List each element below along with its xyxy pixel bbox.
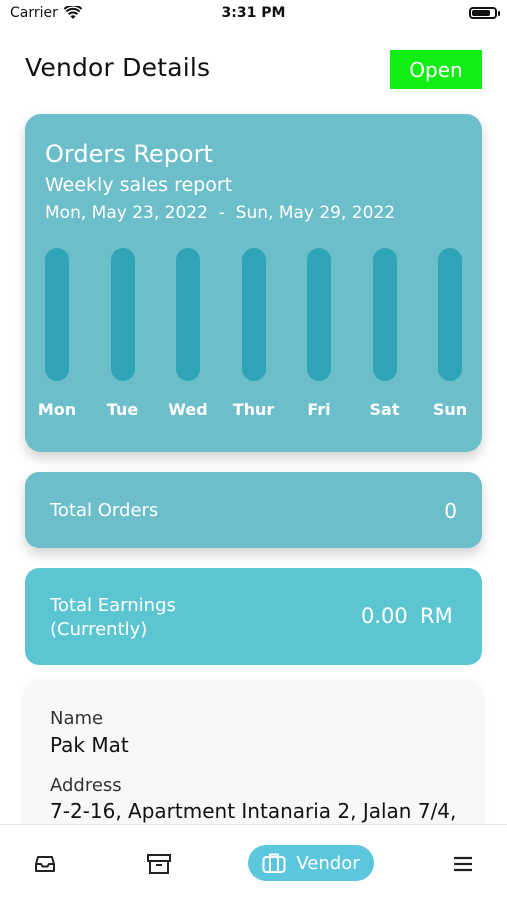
name-label: Name (50, 708, 104, 729)
bar-column-wed: Wed (158, 248, 218, 419)
earnings-currency: RM (420, 604, 453, 628)
briefcase-icon (262, 853, 286, 873)
total-orders-card: Total Orders 0 (25, 472, 482, 548)
weekly-bar-chart: Mon Tue Wed Thur Fri Sat Sun (25, 248, 482, 428)
bar-column-sat: Sat (355, 248, 415, 419)
bar-column-thur: Thur (224, 248, 284, 419)
orders-report-card: Orders Report Weekly sales report Mon, M… (25, 114, 482, 452)
archive-icon[interactable] (147, 853, 171, 875)
earnings-label-line2: (Currently) (50, 619, 148, 640)
bar-label-sun: Sun (432, 400, 468, 419)
bar-column-fri: Fri (289, 248, 349, 419)
bottom-nav: Vendor (0, 824, 507, 901)
bar-label-wed: Wed (168, 400, 208, 419)
open-status-button[interactable]: Open (390, 50, 482, 89)
report-date-range: Mon, May 23, 2022 - Sun, May 29, 2022 (45, 203, 395, 223)
bar-column-mon: Mon (27, 248, 87, 419)
address-label: Address (50, 775, 122, 796)
battery-icon (469, 7, 500, 19)
vendor-name: Pak Mat (50, 733, 129, 757)
page-title: Vendor Details (25, 53, 211, 82)
report-title: Orders Report (45, 140, 213, 168)
bar-sun (438, 248, 462, 381)
date-end: Sun, May 29, 2022 (235, 203, 396, 223)
bar-sat (372, 248, 397, 381)
bar-mon (45, 248, 69, 381)
bar-column-tue: Tue (93, 248, 153, 419)
bar-wed (176, 248, 200, 381)
total-orders-value: 0 (444, 499, 457, 523)
bar-column-sun: Sun (420, 248, 480, 419)
bar-fri (307, 248, 331, 381)
clock: 3:31 PM (221, 5, 286, 21)
nav-vendor-label: Vendor (296, 852, 360, 874)
bar-label-fri: Fri (307, 400, 331, 419)
total-earnings-card: Total Earnings (Currently) 0.00 RM (25, 568, 482, 665)
bar-label-mon: Mon (37, 400, 77, 419)
total-earnings-value: 0.00 (361, 604, 408, 628)
report-subtitle: Weekly sales report (45, 174, 233, 196)
date-separator: - (218, 203, 225, 223)
bar-label-sat: Sat (369, 400, 400, 419)
inbox-icon[interactable] (34, 853, 56, 875)
nav-vendor-tab[interactable]: Vendor (248, 845, 374, 881)
total-orders-label: Total Orders (50, 500, 159, 521)
total-earnings-label: Total Earnings (Currently) (50, 594, 176, 642)
battery-level (472, 10, 490, 16)
bar-tue (110, 248, 135, 381)
bar-label-thur: Thur (232, 400, 275, 419)
earnings-label-line1: Total Earnings (50, 595, 176, 616)
status-bar: Carrier 3:31 PM (0, 0, 507, 30)
menu-icon[interactable] (452, 853, 474, 875)
bar-label-tue: Tue (106, 400, 139, 419)
date-start: Mon, May 23, 2022 (45, 203, 208, 223)
bar-thur (241, 248, 266, 381)
vendor-address: 7-2-16, Apartment Intanaria 2, Jalan 7/4… (50, 799, 457, 823)
